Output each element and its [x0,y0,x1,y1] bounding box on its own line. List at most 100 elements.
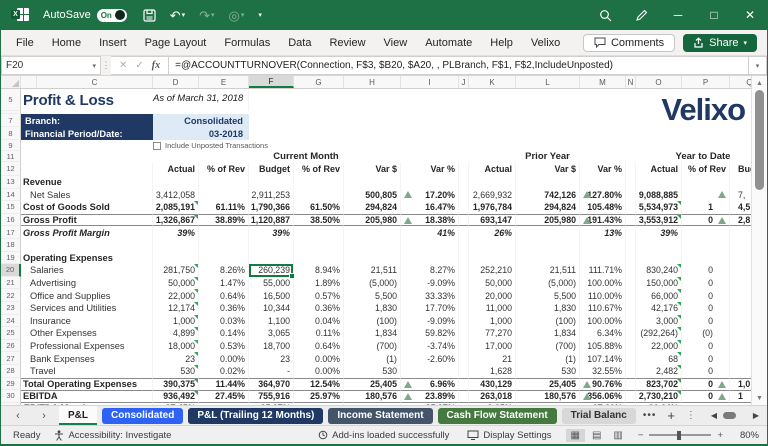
cell-F27[interactable]: 23 [249,352,294,365]
customize-toolbar-icon[interactable]: ▾ [258,12,262,19]
cell-G20[interactable]: 8.94% [294,264,344,277]
grid-cell[interactable] [344,176,401,189]
sheet-nav-left-icon[interactable]: ‹ [7,410,29,422]
scroll-up-icon[interactable]: ▲ [756,76,763,90]
search-icon[interactable] [599,9,613,22]
cell-L22[interactable]: 5,500 [516,289,580,302]
subheader-var-i[interactable]: Var % [401,162,459,176]
cell-M31[interactable]: 17.60% [580,403,626,405]
cell-E30[interactable]: 27.45% [199,390,249,403]
cell-L25[interactable]: 1,834 [516,327,580,340]
cell-I17[interactable]: 41% [401,226,459,239]
cell-I30[interactable]: 23.89% [401,390,459,403]
zoom-in-icon[interactable]: + [717,430,723,441]
scroll-down-icon[interactable]: ▼ [756,391,763,405]
cell-I23[interactable]: 17.70% [401,302,459,315]
horizontal-scroll-thumb[interactable] [723,412,736,419]
cell-F15[interactable]: 1,790,366 [249,201,294,214]
row-header-9[interactable]: 9 [1,140,21,151]
row-label-other-expenses[interactable]: Other Expenses [21,327,153,340]
grid-cell[interactable] [626,289,636,302]
subheader-bud-q[interactable]: Bud [730,162,751,176]
grid-cell[interactable] [626,226,636,239]
cell-H23[interactable]: 1,830 [344,302,401,315]
grid-cell[interactable] [459,390,469,403]
grid-cell[interactable] [344,252,401,265]
grid-cell[interactable] [199,189,249,202]
grid-cell[interactable] [682,252,730,265]
row-label-ebitda-margin[interactable]: EBITDA Margin [21,403,153,405]
grid-cell[interactable] [626,176,636,189]
cell-G22[interactable]: 0.57% [294,289,344,302]
grid-cell[interactable] [730,176,751,189]
cell-I27[interactable]: -2.60% [401,352,459,365]
cell-L20[interactable]: 21,511 [516,264,580,277]
row-label-revenue[interactable]: Revenue [21,176,153,189]
cell-L21[interactable]: (5,000) [516,277,580,290]
display-settings[interactable]: Display Settings [463,430,555,441]
grid-cell[interactable] [626,302,636,315]
grid-cell[interactable] [459,340,469,353]
menu-tab-page-layout[interactable]: Page Layout [136,33,216,53]
addins-status[interactable]: Add-ins loaded successfully [314,430,453,441]
cell-D17[interactable]: 39% [153,226,199,239]
grid-cell[interactable] [469,239,516,252]
cell-M23[interactable]: 110.67% [580,302,626,315]
row-label-total-operating-expenses[interactable]: Total Operating Expenses [21,378,153,391]
cell-D27[interactable]: 23 [153,352,199,365]
row-header-28[interactable]: 28 [1,365,21,378]
row-label-ebitda[interactable]: EBITDA [21,390,153,403]
grid-cell[interactable] [294,239,344,252]
grid-cell[interactable] [516,252,580,265]
row-label-net-sales[interactable]: Net Sales [21,189,153,202]
grid-cell[interactable] [459,302,469,315]
row-header-5[interactable]: 5 [1,89,21,111]
zoom-slider-thumb[interactable] [677,431,681,440]
grid-cell[interactable] [249,252,294,265]
row-header-15[interactable]: 15 [1,201,21,214]
sheet-tab-consolidated[interactable]: Consolidated [102,408,183,424]
grid-cell[interactable] [294,176,344,189]
grid-cell[interactable] [401,365,459,378]
row-header-8[interactable]: 8 [1,127,21,140]
cell-I22[interactable]: 33.33% [401,289,459,302]
sheet-tab-income-statement[interactable]: Income Statement [328,408,432,424]
cell-D20[interactable]: 281,750 [153,264,199,277]
cell-F30[interactable]: 755,916 [249,390,294,403]
column-header-F[interactable]: F [249,76,294,88]
draw-pen-icon[interactable] [635,9,649,22]
cell-O23[interactable]: 42,176 [636,302,682,315]
subheader-actual-k[interactable]: Actual [469,162,516,176]
column-header-C[interactable]: C [37,76,153,88]
cell-E23[interactable]: 0.36% [199,302,249,315]
grid-cell[interactable] [249,239,294,252]
cell-H22[interactable]: 5,500 [344,289,401,302]
grid-cell[interactable] [682,239,730,252]
cell-O22[interactable]: 66,000 [636,289,682,302]
select-all-corner[interactable] [1,76,21,88]
grid-cell[interactable] [626,264,636,277]
column-header-M[interactable]: M [580,76,626,88]
row-header-26[interactable]: 26 [1,340,21,353]
grid-cell[interactable] [344,226,401,239]
cell-K23[interactable]: 11,000 [469,302,516,315]
cell-F26[interactable]: 18,700 [249,340,294,353]
cell-L23[interactable]: 1,830 [516,302,580,315]
grid-cell[interactable] [459,214,469,227]
menu-tab-insert[interactable]: Insert [90,33,136,53]
grid-cell[interactable] [459,239,469,252]
cell-D31[interactable]: 27.45% [153,403,199,405]
grid-cell[interactable] [626,327,636,340]
menu-tab-review[interactable]: Review [320,33,374,53]
grid-cell[interactable] [516,403,580,405]
grid-cell[interactable] [626,239,636,252]
cell-O20[interactable]: 830,240 [636,264,682,277]
cell-K15[interactable]: 1,976,784 [469,201,516,214]
menu-tab-formulas[interactable]: Formulas [215,33,279,53]
grid-cell[interactable] [199,176,249,189]
cell-D23[interactable]: 12,174 [153,302,199,315]
cell-M27[interactable]: 107.14% [580,352,626,365]
cell-E22[interactable]: 0.64% [199,289,249,302]
row-label-cost-of-goods-sold[interactable]: Cost of Goods Sold [21,201,153,214]
more-sheets-icon[interactable]: ••• [640,410,660,421]
